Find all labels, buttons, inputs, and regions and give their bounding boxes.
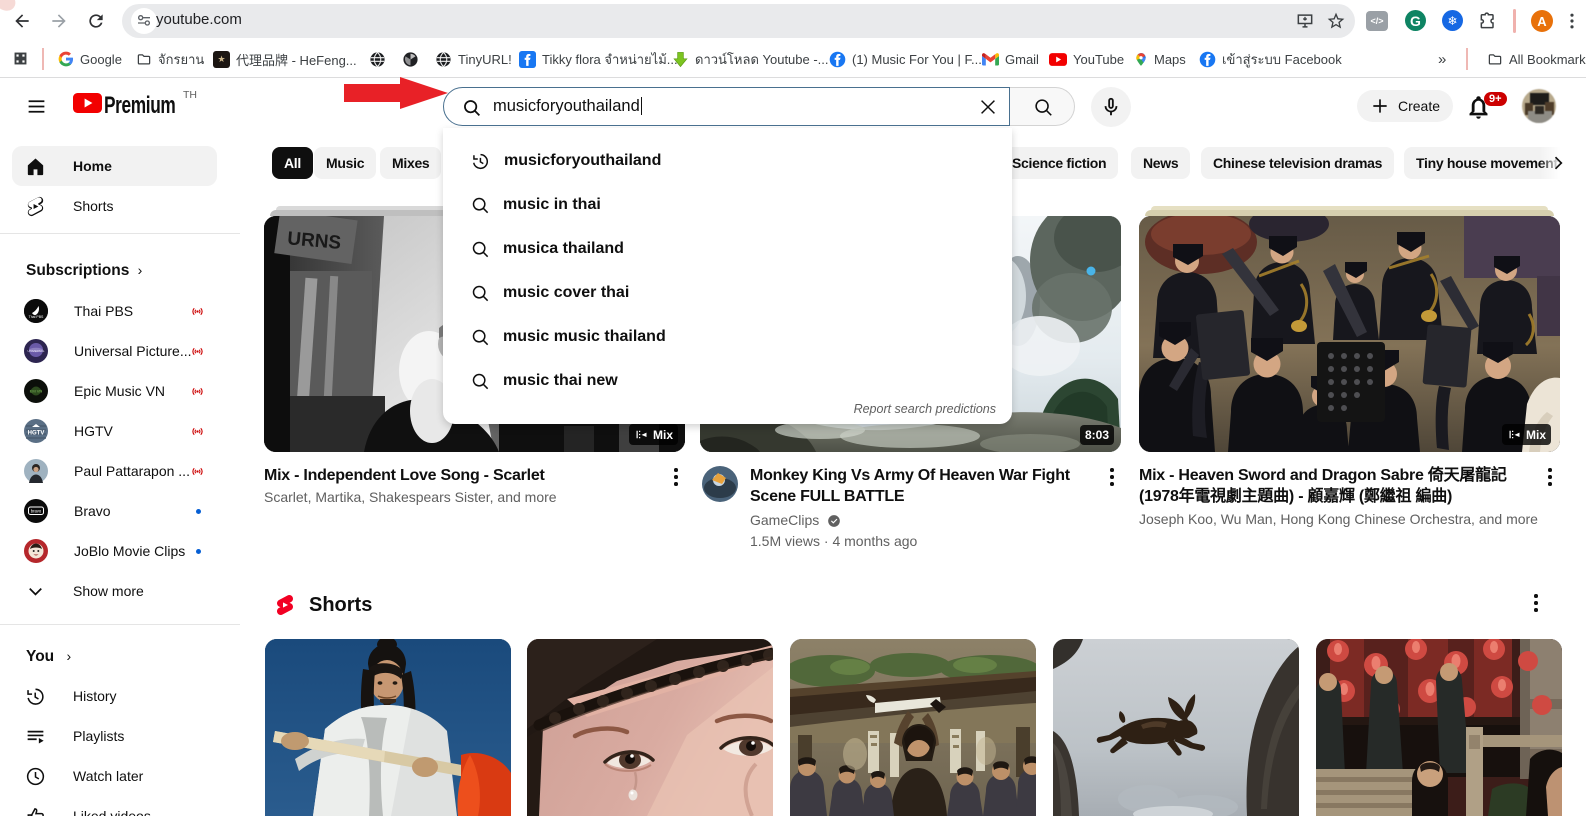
svg-text:bravo: bravo (31, 509, 42, 514)
svg-text:HGTV: HGTV (28, 431, 45, 437)
svg-text:UNIVERSAL: UNIVERSAL (27, 349, 44, 353)
svg-text:EM VN: EM VN (30, 389, 43, 394)
svg-text:Thai PBS: Thai PBS (29, 315, 44, 319)
